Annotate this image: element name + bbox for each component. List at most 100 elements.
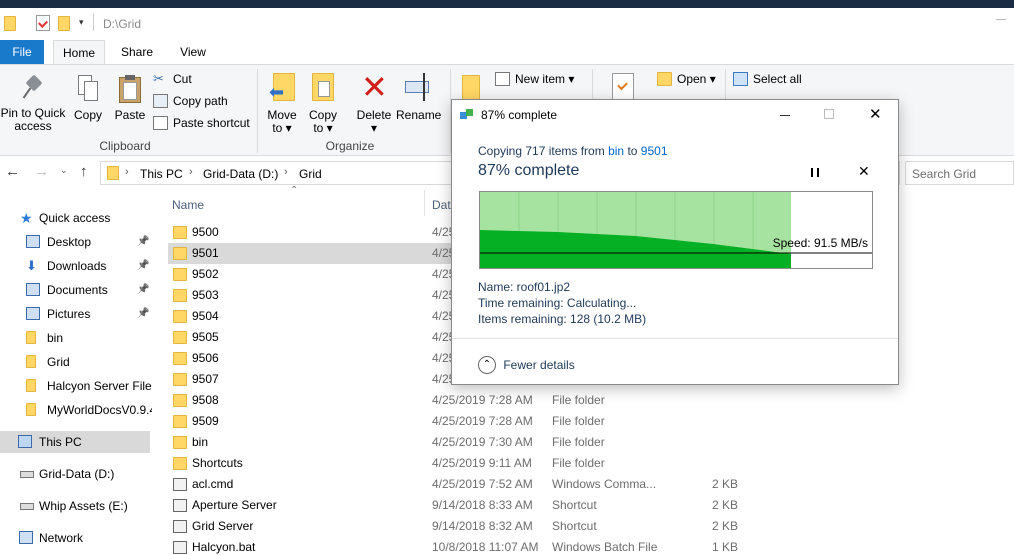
move-to-label-2: to ▾	[272, 121, 292, 135]
copy-button[interactable]: Copy	[70, 75, 106, 122]
file-date: 4/25/2019 7:30 AM	[432, 435, 533, 449]
file-row[interactable]: 9509 4/25/2019 7:28 AM File folder	[168, 411, 1014, 432]
file-row[interactable]: Shortcuts 4/25/2019 9:11 AM File folder	[168, 453, 1014, 474]
file-row[interactable]: Aperture Server 9/14/2018 8:33 AM Shortcut…	[168, 495, 1014, 516]
rename-icon	[403, 71, 433, 103]
nav-item-label: bin	[47, 331, 64, 345]
file-row[interactable]: 9501 4/25	[168, 243, 455, 264]
nav-item-grid[interactable]: Grid	[0, 351, 152, 373]
nav-network-label: Network	[39, 531, 84, 545]
back-arrow-icon[interactable]: ←	[5, 163, 20, 180]
nav-item-label: Pictures	[47, 307, 91, 321]
paste-shortcut-button[interactable]: Paste shortcut	[153, 114, 250, 132]
file-size: 1 KB	[711, 540, 738, 554]
nav-drive-e[interactable]: Whip Assets (E:)	[0, 495, 152, 517]
folder-icon	[4, 16, 16, 31]
chevron-right-icon[interactable]: ›	[284, 166, 288, 178]
file-date: 9/14/2018 8:33 AM	[432, 498, 533, 512]
file-type: File folder	[552, 456, 605, 470]
file-name: 9507	[192, 372, 219, 386]
pin-icon	[22, 74, 43, 101]
file-row[interactable]: bin 4/25/2019 7:30 AM File folder	[168, 432, 1014, 453]
star-icon: ★	[20, 210, 33, 226]
customize-toolbar-icon[interactable]: ▾	[79, 17, 84, 28]
column-header-date[interactable]: Dat	[432, 198, 451, 212]
search-input[interactable]: Search Grid	[905, 161, 1014, 185]
pin-icon[interactable]: 📌	[137, 231, 149, 253]
nav-item-desktop[interactable]: Desktop 📌	[0, 231, 152, 253]
forward-arrow-icon[interactable]: →	[34, 163, 49, 180]
select-all-button[interactable]: Select all	[733, 70, 802, 88]
scissors-icon: ✂	[153, 71, 164, 86]
rename-button[interactable]: Rename	[396, 71, 441, 122]
file-name: bin	[192, 435, 209, 449]
nav-item-pictures[interactable]: Pictures 📌	[0, 303, 152, 325]
chevron-right-icon[interactable]: ›	[189, 166, 193, 178]
file-row[interactable]: Grid Server 9/14/2018 8:32 AM Shortcut 2 KB	[168, 516, 1014, 537]
copy-to-button[interactable]: Copy to ▾	[305, 71, 341, 135]
drive-icon	[20, 471, 34, 478]
properties-big-icon[interactable]	[612, 73, 634, 101]
chevron-right-icon[interactable]: ›	[125, 166, 129, 178]
nav-item-halcyon-server-files[interactable]: Halcyon Server Files	[0, 375, 152, 397]
up-arrow-icon[interactable]: ↑	[80, 163, 88, 180]
pin-icon[interactable]: 📌	[137, 255, 149, 277]
folder-icon	[173, 268, 187, 281]
file-row[interactable]: acl.cmd 4/25/2019 7:52 AM Windows Comma...…	[168, 474, 1014, 495]
file-row[interactable]: 9508 4/25/2019 7:28 AM File folder	[168, 390, 1014, 411]
delete-button[interactable]: ✕ Delete ▾	[354, 71, 394, 135]
new-item-icon	[495, 72, 510, 86]
folder-icon	[173, 352, 187, 365]
pin-icon[interactable]: 📌	[137, 303, 149, 325]
nav-this-pc[interactable]: This PC	[0, 431, 150, 453]
copy-progress-dialog: 87% complete ✕ Copying 717 items from bi…	[451, 99, 899, 385]
new-item-button[interactable]: New item ▾	[495, 70, 574, 88]
pin-icon[interactable]: 📌	[137, 279, 149, 301]
cut-button[interactable]: ✂ Cut	[153, 70, 192, 88]
new-folder-icon[interactable]	[58, 16, 70, 31]
tab-share[interactable]: Share	[113, 40, 161, 64]
tab-view[interactable]: View	[170, 40, 216, 64]
file-row[interactable]: Halcyon.bat 10/8/2018 11:07 AM Windows Bat…	[168, 537, 1014, 555]
pin-to-quick-access-button[interactable]: Pin to Quick access	[0, 74, 66, 133]
tab-file[interactable]: File	[0, 40, 44, 64]
nav-item-downloads[interactable]: ⬇ Downloads 📌	[0, 255, 152, 277]
copy-path-button[interactable]: Copy path	[153, 92, 228, 110]
tab-home[interactable]: Home	[53, 40, 105, 65]
new-folder-big-icon[interactable]	[462, 75, 480, 101]
destination-link[interactable]: 9501	[641, 144, 668, 158]
minimize-icon[interactable]	[780, 115, 790, 116]
close-icon[interactable]: ✕	[869, 105, 882, 123]
nav-drive-d[interactable]: Grid-Data (D:)	[0, 463, 152, 485]
fewer-details-button[interactable]: ⌃ Fewer details	[478, 354, 575, 374]
folder-icon	[26, 403, 36, 416]
recent-dropdown-icon[interactable]: ⌄	[60, 165, 68, 176]
nav-item-bin[interactable]: bin	[0, 327, 152, 349]
minimize-icon[interactable]	[996, 19, 1006, 20]
file-name-line: Name: roof01.jp2	[478, 280, 571, 294]
file-name: 9502	[192, 267, 219, 281]
breadcrumb-this-pc[interactable]: This PC	[140, 167, 183, 181]
delete-x-icon: ✕	[361, 69, 388, 105]
nav-item-documents[interactable]: Documents 📌	[0, 279, 152, 301]
cancel-copy-icon[interactable]: ✕	[858, 163, 870, 180]
source-link[interactable]: bin	[608, 144, 624, 158]
column-header-name[interactable]: Name	[172, 198, 204, 212]
column-divider	[424, 190, 425, 216]
file-date: 4/25/2019 7:52 AM	[432, 477, 533, 491]
nav-network[interactable]: Network	[0, 527, 152, 549]
ribbon-separator	[257, 69, 258, 153]
pause-icon[interactable]	[811, 168, 819, 177]
nav-item-myworlddocsv0-9-4[interactable]: MyWorldDocsV0.9.4	[0, 399, 152, 421]
folder-icon	[173, 373, 187, 386]
paste-icon	[118, 75, 142, 103]
folder-icon	[173, 457, 187, 470]
file-date: 9/14/2018 8:32 AM	[432, 519, 533, 533]
paste-button[interactable]: Paste	[112, 75, 148, 122]
nav-quick-access[interactable]: ★ Quick access	[0, 207, 152, 229]
breadcrumb-grid[interactable]: Grid	[299, 167, 322, 181]
properties-icon[interactable]	[36, 15, 50, 31]
move-to-button[interactable]: ⬅ Move to ▾	[264, 71, 300, 135]
breadcrumb-drive[interactable]: Grid-Data (D:)	[203, 167, 278, 181]
open-button[interactable]: Open ▾	[657, 70, 716, 88]
